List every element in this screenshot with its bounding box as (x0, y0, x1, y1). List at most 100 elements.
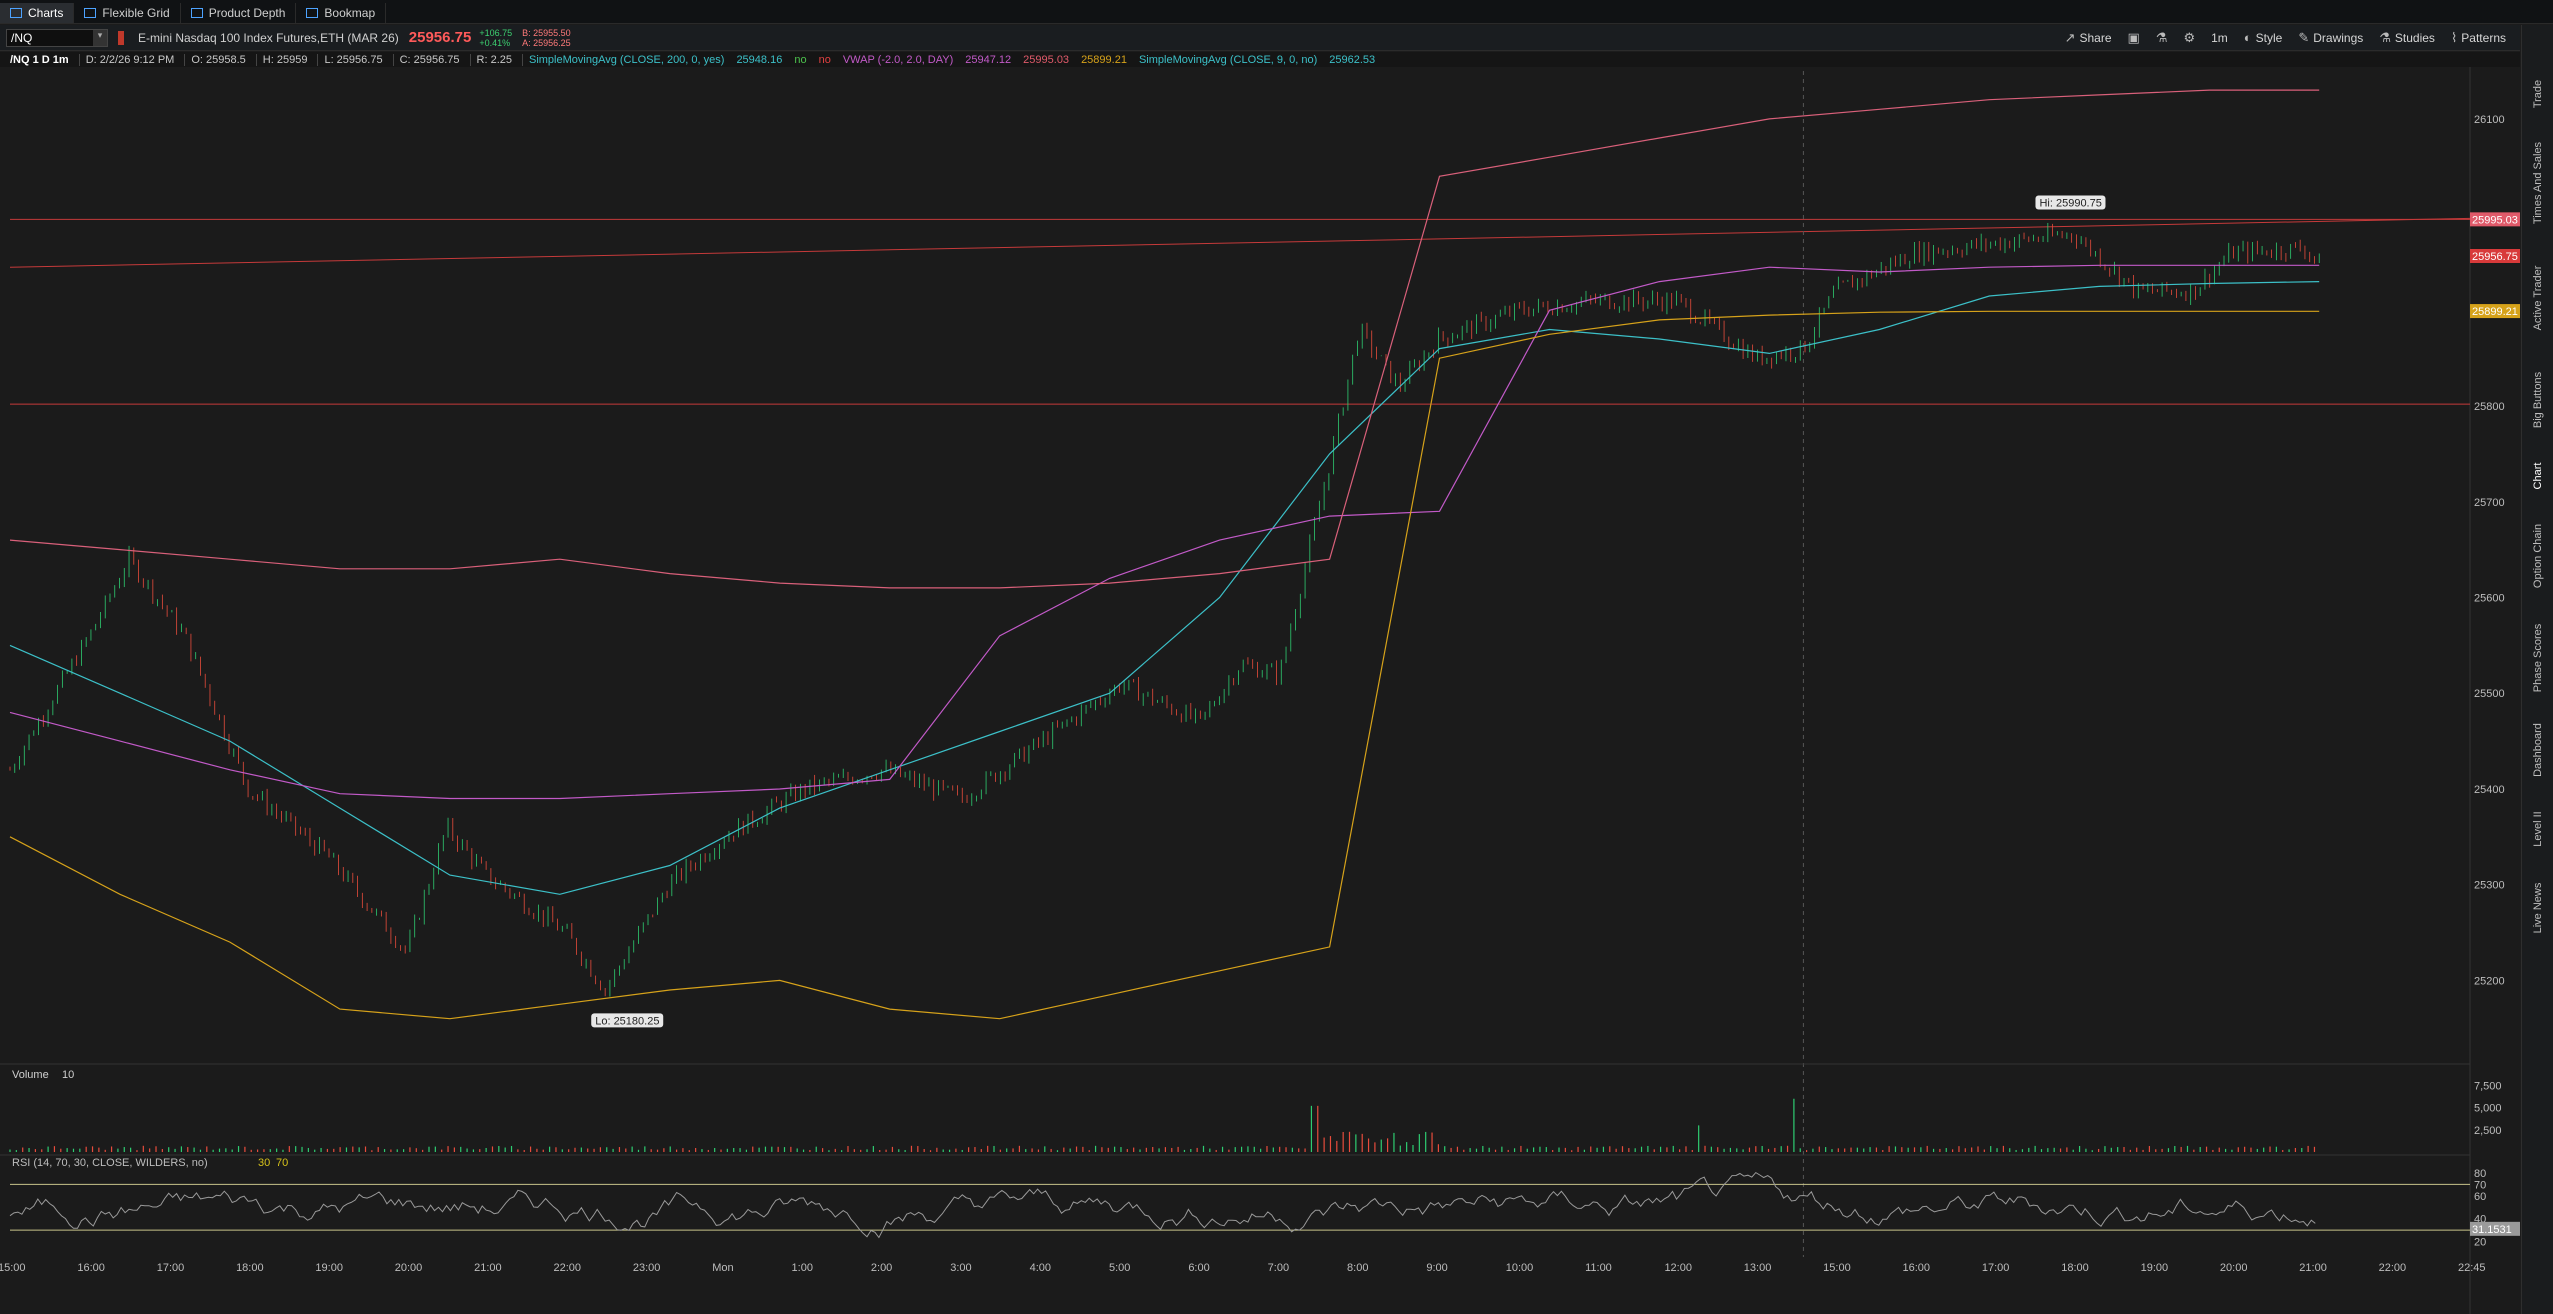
time-tick-label: 21:00 (474, 1262, 502, 1274)
style-label: Style (2255, 30, 2283, 45)
last-price: 25956.75 (408, 29, 472, 46)
time-tick-label: 6:00 (1188, 1262, 1209, 1274)
time-tick-label: 22:00 (553, 1262, 581, 1274)
sidebar-tab-option-chain[interactable]: Option Chain (2532, 523, 2544, 587)
sma9-label[interactable]: SimpleMovingAvg (CLOSE, 9, 0, no) (1137, 54, 1319, 66)
time-tick-label: 17:00 (1982, 1262, 2010, 1274)
price-tick-label: 26100 (2474, 114, 2505, 126)
tab-label: Bookmap (324, 6, 376, 20)
price-tick-label: 25300 (2474, 880, 2505, 892)
sidebar-tab-dashboard[interactable]: Dashboard (2532, 723, 2544, 777)
chart-tools: ↗ Share ▣ ⚗ ⚙ 1m ◐ Style ✎ Drawings ⚗ Studie… (2065, 30, 2520, 46)
chevron-down-icon[interactable]: ▾ (93, 29, 107, 46)
volume-label: Volume (12, 1069, 49, 1081)
chart-area[interactable]: 26100 25800 25700 25600 25500 25400 25300 25200… (0, 67, 2520, 1314)
camera-icon: ▣ (2127, 29, 2140, 45)
sma200-flag: no (794, 53, 807, 66)
snapshot-button[interactable]: ▣ (2128, 30, 2140, 46)
change-value: +106.75 (479, 27, 513, 38)
time-tick-label: 22:00 (2379, 1262, 2407, 1274)
sidebar-tab-trade[interactable]: Trade (2532, 80, 2544, 108)
time-tick-label: 5:00 (1109, 1262, 1130, 1274)
settings-button[interactable]: ⚙ (2183, 30, 2195, 46)
bar-low: L: 25956.75 (317, 53, 384, 66)
charts-icon (10, 8, 22, 18)
price-tick-label: 25400 (2474, 784, 2505, 796)
grid-icon (84, 8, 97, 18)
rsi-os-label: 30 (258, 1157, 270, 1169)
sma200-value: 25948.16 (736, 53, 783, 66)
sma200-label[interactable]: SimpleMovingAvg (CLOSE, 200, 0, yes) (521, 53, 726, 66)
pattern-icon: ⌇ (2450, 29, 2458, 45)
tab-charts[interactable]: Charts (0, 3, 75, 23)
time-tick-label: 19:00 (2141, 1262, 2169, 1274)
rsi-tick-label: 20 (2474, 1237, 2486, 1249)
vwap-label[interactable]: VWAP (-2.0, 2.0, DAY) (841, 54, 955, 66)
flask-icon: ⚗ (2379, 29, 2391, 45)
ask-value: A: 25956.25 (522, 37, 571, 48)
time-tick-label: 19:00 (315, 1262, 343, 1274)
timeframe-button[interactable]: 1m (2211, 31, 2228, 45)
price-tick-label: 25500 (2474, 688, 2505, 700)
hi-label: Hi: 25990.75 (2039, 197, 2101, 209)
rsi-ob-label: 70 (276, 1157, 288, 1169)
sidebar-tab-chart[interactable]: Chart (2532, 463, 2544, 490)
bar-close: C: 25956.75 (392, 53, 462, 66)
time-tick-label: 15:00 (0, 1262, 26, 1274)
time-tick-label: 7:00 (1268, 1262, 1289, 1274)
chart-title: /NQ 1 D 1m (10, 53, 69, 66)
sidebar-tab-big-buttons[interactable]: Big Buttons (2532, 372, 2544, 428)
drawings-button[interactable]: ✎ Drawings (2298, 30, 2363, 46)
style-button[interactable]: ◐ Style (2244, 30, 2283, 45)
symbol-input[interactable]: /NQ ▾ (6, 28, 108, 47)
time-tick-label: 10:00 (1506, 1262, 1534, 1274)
tab-label: Charts (28, 6, 64, 20)
volume-tick-label: 7,500 (2474, 1080, 2502, 1092)
time-tick-label: 15:00 (1823, 1262, 1851, 1274)
vwap-value: 25947.12 (965, 53, 1012, 66)
right-sidebar: Trade Times And Sales Active Trader Big But… (2521, 25, 2553, 1314)
depth-icon (190, 8, 203, 18)
price-tick-label: 25600 (2474, 593, 2505, 605)
tab-product-depth[interactable]: Product Depth (181, 3, 297, 23)
pencil-icon: ✎ (2298, 29, 2310, 45)
bar-range: R: 2.25 (469, 53, 514, 66)
symbol-value: /NQ (11, 30, 33, 45)
top-tab-bar: Charts Flexible Grid Product Depth Bookm… (0, 0, 2553, 24)
sidebar-tab-times-and-sales[interactable]: Times And Sales (2532, 142, 2544, 224)
sidebar-tab-live-news[interactable]: Live News (2532, 883, 2544, 934)
price-badge-label: 25995.03 (2472, 214, 2518, 226)
bid-ask: B: 25955.50 A: 25956.25 (522, 28, 571, 48)
time-tick-label: 12:00 (1664, 1262, 1692, 1274)
flask-button[interactable]: ⚗ (2156, 30, 2168, 46)
rsi-tick-label: 70 (2474, 1179, 2486, 1191)
rsi-tick-label: 80 (2474, 1168, 2486, 1180)
time-tick-label: 13:00 (1744, 1262, 1772, 1274)
drawings-label: Drawings (2313, 30, 2364, 45)
tab-flexible-grid[interactable]: Flexible Grid (74, 3, 181, 23)
link-color-icon[interactable] (118, 30, 124, 45)
time-tick-label: 18:00 (2061, 1262, 2089, 1274)
studies-button[interactable]: ⚗ Studies (2379, 30, 2435, 46)
tab-bookmap[interactable]: Bookmap (296, 3, 387, 23)
volume-period: 10 (62, 1069, 74, 1081)
price-badge-label: 25899.21 (2472, 306, 2518, 318)
bar-high: H: 25959 (255, 53, 310, 66)
share-label: Share (2079, 30, 2112, 45)
rsi-tick-label: 60 (2474, 1191, 2486, 1203)
sidebar-tab-active-trader[interactable]: Active Trader (2532, 266, 2544, 331)
bar-open: O: 25958.5 (184, 53, 247, 66)
share-button[interactable]: ↗ Share (2065, 30, 2112, 46)
studies-legend: /NQ 1 D 1m D: 2/2/26 9:12 PM O: 25958.5 … (0, 52, 2520, 67)
sidebar-tab-level-ii[interactable]: Level II (2532, 811, 2544, 846)
studies-label: Studies (2394, 30, 2435, 45)
time-tick-label: 1:00 (792, 1262, 813, 1274)
time-tick-label: 21:00 (2299, 1262, 2327, 1274)
sidebar-tab-phase-scores[interactable]: Phase Scores (2532, 623, 2544, 691)
style-icon: ◐ (2243, 30, 2252, 45)
bar-date: D: 2/2/26 9:12 PM (78, 53, 177, 66)
patterns-button[interactable]: ⌇ Patterns (2451, 30, 2506, 46)
time-tick-label: 20:00 (395, 1262, 423, 1274)
price-chart[interactable]: 26100 25800 25700 25600 25500 25400 25300 25200… (0, 67, 2520, 1314)
time-tick-label: 23:00 (633, 1262, 661, 1274)
